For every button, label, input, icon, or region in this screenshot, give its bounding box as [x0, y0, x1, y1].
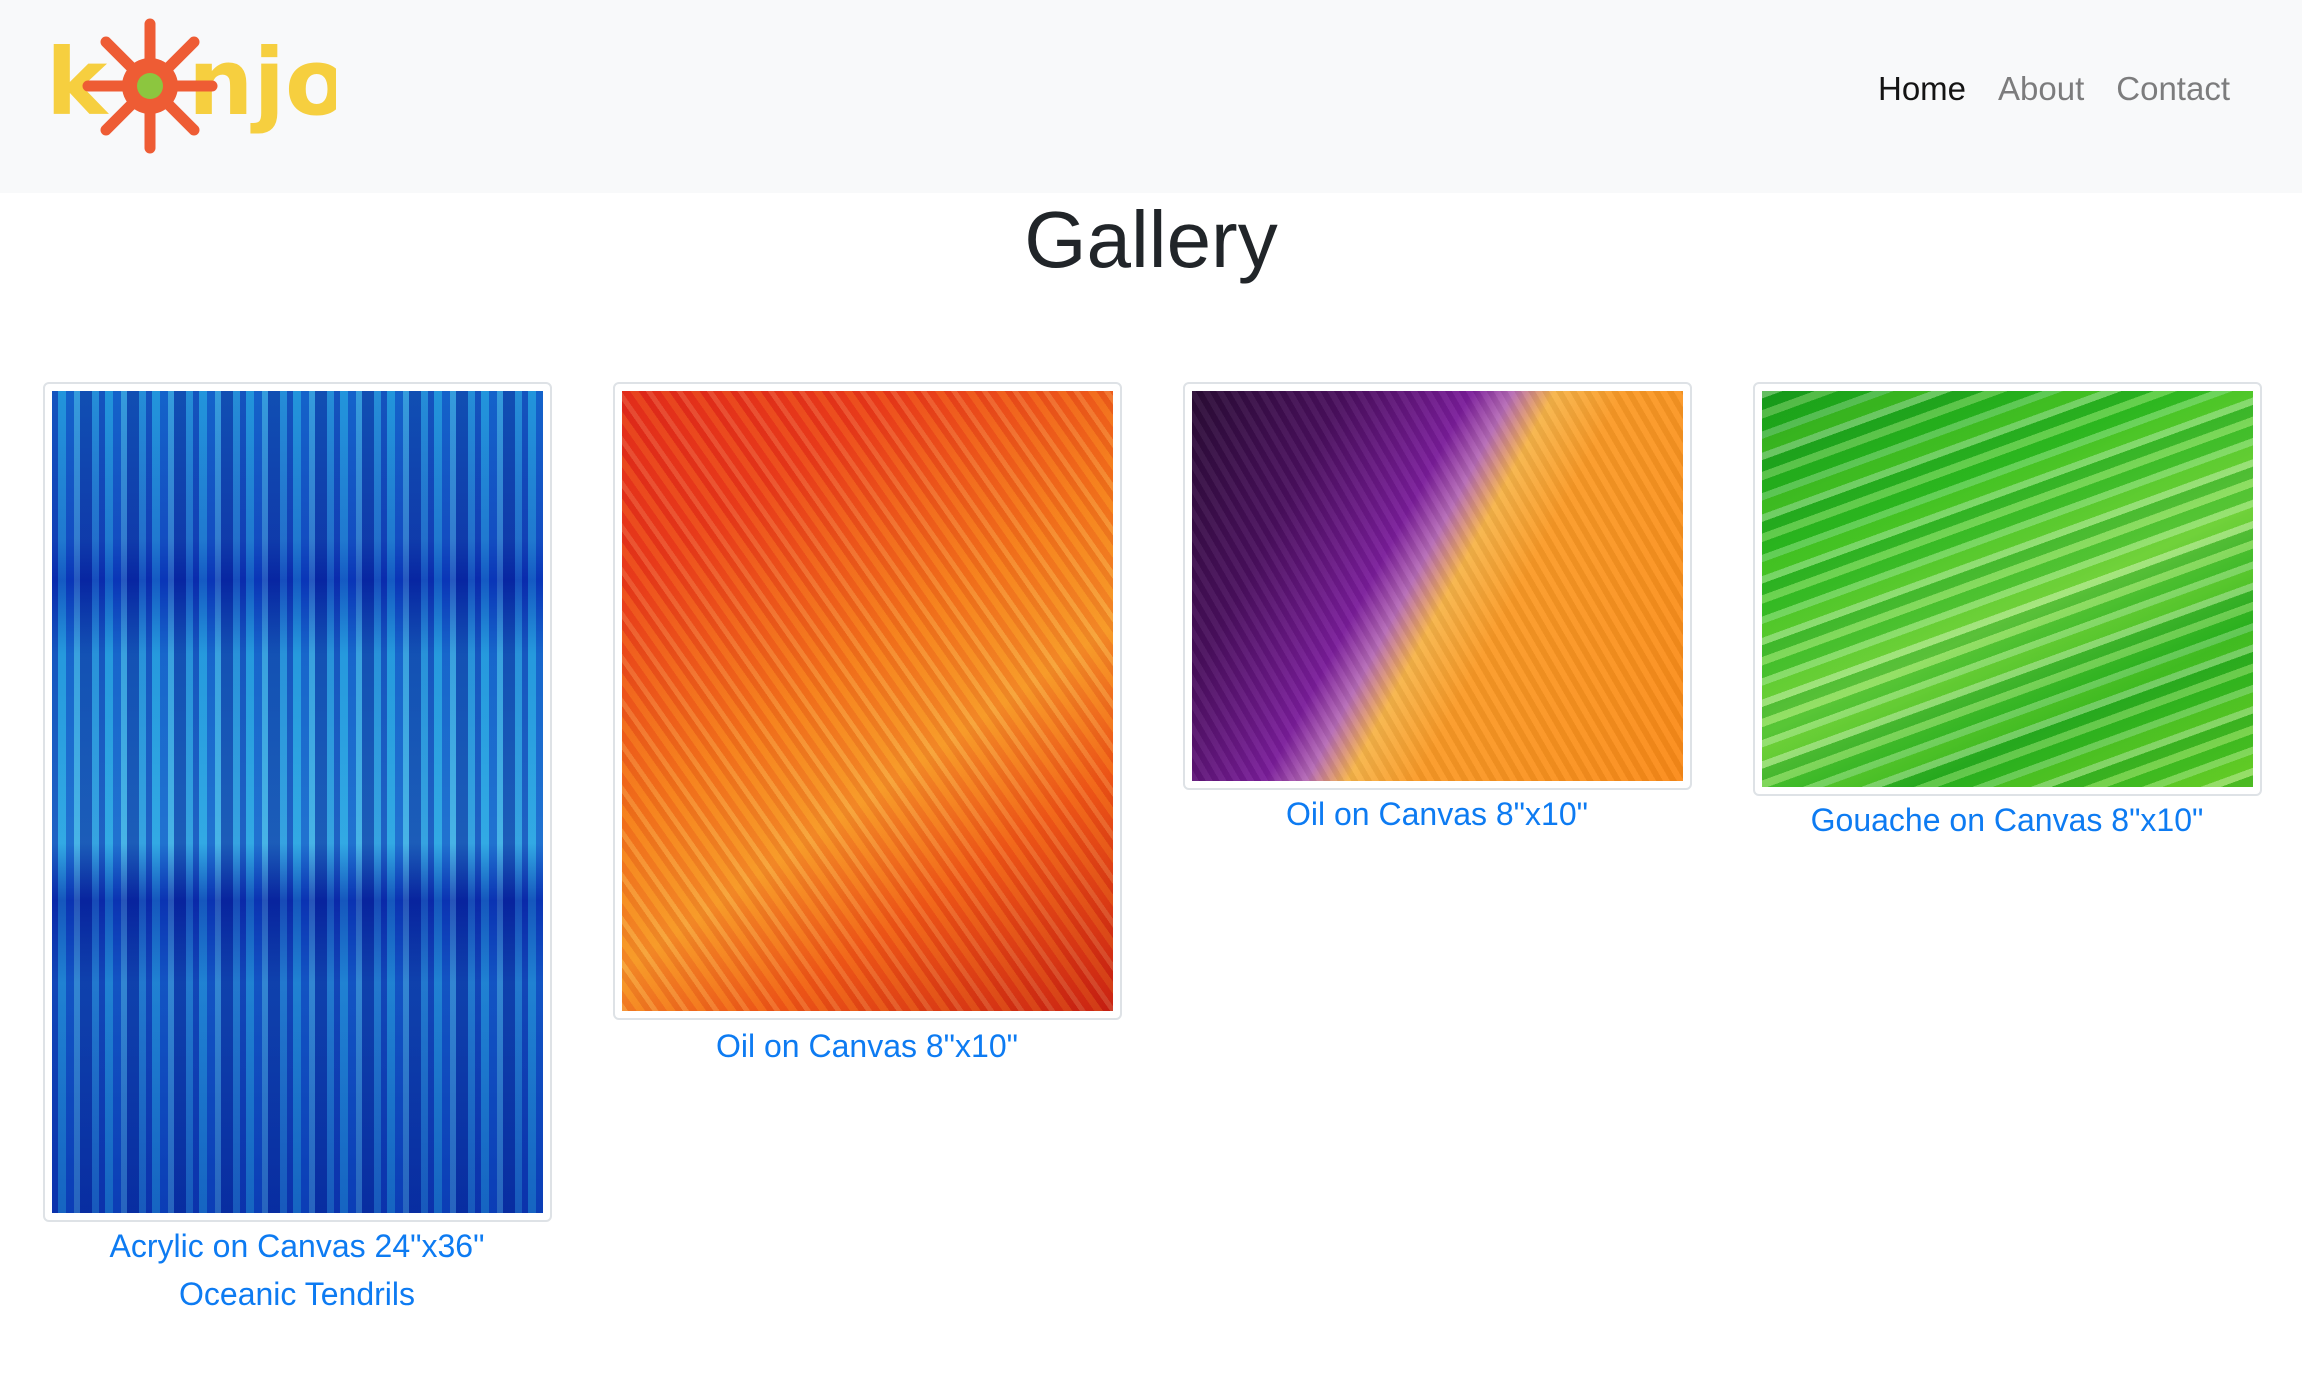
- navbar: k njo Home About Contact: [0, 0, 2302, 193]
- gallery-caption[interactable]: Acrylic on Canvas 24"x36": [42, 1222, 552, 1270]
- painting-image[interactable]: [1762, 391, 2253, 787]
- painting-image[interactable]: [52, 391, 543, 1213]
- painting-image[interactable]: [622, 391, 1113, 1011]
- gallery-caption[interactable]: Oil on Canvas 8"x10": [1182, 790, 1692, 838]
- gallery-card[interactable]: [43, 382, 552, 1222]
- gallery-caption[interactable]: Gouache on Canvas 8"x10": [1752, 796, 2262, 844]
- brand-logo[interactable]: k njo: [46, 18, 348, 158]
- nav-home-link[interactable]: Home: [1862, 66, 1982, 112]
- gallery-caption[interactable]: Oil on Canvas 8"x10": [612, 1022, 1122, 1070]
- page-title: Gallery: [1024, 195, 1278, 284]
- painting-image[interactable]: [1192, 391, 1683, 781]
- gallery-card[interactable]: [1183, 382, 1692, 790]
- gallery-card[interactable]: [613, 382, 1122, 1020]
- nav-contact-link[interactable]: Contact: [2100, 66, 2246, 112]
- gallery-subtitle[interactable]: Oceanic Tendrils: [42, 1270, 552, 1318]
- nav-menu: Home About Contact: [1862, 66, 2246, 112]
- nav-about-link[interactable]: About: [1982, 66, 2100, 112]
- gallery-card[interactable]: [1753, 382, 2262, 796]
